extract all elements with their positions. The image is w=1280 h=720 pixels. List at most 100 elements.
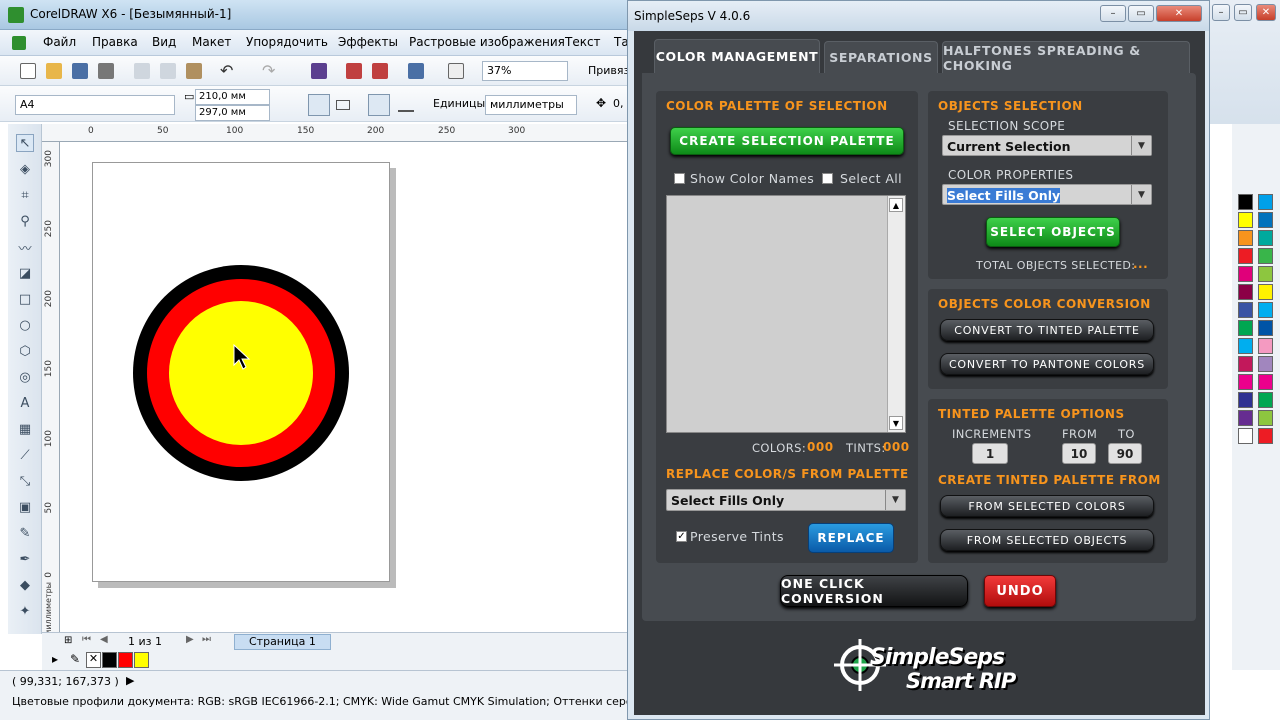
scroll-down-icon[interactable]: ▼ <box>889 416 903 430</box>
palette-swatch[interactable] <box>1258 194 1273 210</box>
undo-button[interactable]: UNDO <box>984 575 1056 607</box>
portrait-button[interactable] <box>308 94 330 116</box>
no-color-swatch[interactable]: ✕ <box>86 652 101 668</box>
to-field[interactable]: 90 <box>1108 443 1142 464</box>
smart-fill-icon[interactable]: ◪ <box>16 264 34 282</box>
dimension-tool-icon[interactable]: ⟋ <box>16 446 34 464</box>
interactive-fill-icon[interactable]: ▣ <box>16 498 34 516</box>
palette-swatch[interactable] <box>1258 284 1273 300</box>
menu-view[interactable]: Вид <box>152 35 176 49</box>
palette-swatch[interactable] <box>1238 392 1253 408</box>
document-icon[interactable] <box>12 36 26 50</box>
interactive-mesh-icon[interactable]: ✦ <box>16 602 34 620</box>
palette-swatch[interactable] <box>1238 338 1253 354</box>
replace-button[interactable]: REPLACE <box>808 523 894 553</box>
redo-icon[interactable]: ↷ <box>262 61 275 80</box>
last-page-icon[interactable]: ⏭ <box>202 634 211 645</box>
palette-swatch[interactable] <box>1238 410 1253 426</box>
snap-label[interactable]: Привяз <box>588 64 629 77</box>
tab-separations[interactable]: SEPARATIONS <box>824 41 938 73</box>
page-height-field[interactable]: 297,0 мм <box>195 105 270 121</box>
palette-swatch[interactable] <box>1258 338 1273 354</box>
palette-swatch[interactable] <box>1258 248 1273 264</box>
open-icon[interactable] <box>46 63 62 79</box>
first-page-icon[interactable]: ⏮ <box>82 634 91 645</box>
menu-effects[interactable]: Эффекты <box>338 35 398 49</box>
menu-layout[interactable]: Макет <box>192 35 231 49</box>
menu-text[interactable]: Текст <box>565 35 601 49</box>
freehand-tool-icon[interactable]: 〰 <box>16 238 34 257</box>
corel-minimize-button[interactable]: – <box>1212 4 1230 21</box>
close-button[interactable]: ✕ <box>1156 5 1202 22</box>
maximize-button[interactable]: ▭ <box>1128 5 1154 22</box>
print-icon[interactable] <box>98 63 114 79</box>
from-field[interactable]: 10 <box>1062 443 1096 464</box>
pick-tool-icon[interactable]: ↖ <box>16 134 34 152</box>
convert-to-tinted-button[interactable]: CONVERT TO TINTED PALETTE <box>940 319 1154 341</box>
palette-swatch[interactable] <box>1258 320 1273 336</box>
from-selected-objects-button[interactable]: FROM SELECTED OBJECTS <box>940 529 1154 551</box>
import-icon[interactable] <box>346 63 362 79</box>
outline-pen-icon[interactable]: ✒ <box>16 550 34 568</box>
minimize-button[interactable]: – <box>1100 5 1126 22</box>
current-page-button[interactable] <box>398 98 414 112</box>
corel-restore-button[interactable]: ▭ <box>1234 4 1252 21</box>
menu-arrange[interactable]: Упорядочить <box>246 35 328 49</box>
fill-tool-icon[interactable]: ◆ <box>16 576 34 594</box>
copy-icon[interactable] <box>160 63 176 79</box>
increments-field[interactable]: 1 <box>972 443 1008 464</box>
save-icon[interactable] <box>72 63 88 79</box>
zoom-tool-icon[interactable]: ⚲ <box>16 212 34 230</box>
export-icon[interactable] <box>372 63 388 79</box>
palette-swatch[interactable] <box>1238 320 1253 336</box>
page-width-field[interactable]: 210,0 мм <box>195 89 270 105</box>
nudge-field[interactable]: 0, <box>613 97 624 110</box>
menu-bitmaps[interactable]: Растровые изображения <box>409 35 565 49</box>
palette-swatch[interactable] <box>1238 212 1253 228</box>
doc-swatch-red[interactable] <box>118 652 133 668</box>
polygon-tool-icon[interactable]: ⬡ <box>16 342 34 360</box>
text-tool-icon[interactable]: A <box>16 394 34 412</box>
color-profiles-text[interactable]: Цветовые профили документа: RGB: sRGB IE… <box>12 695 627 708</box>
palette-swatch[interactable] <box>1258 410 1273 426</box>
palette-swatch[interactable] <box>1258 392 1273 408</box>
palette-swatch[interactable] <box>1238 428 1253 444</box>
eyedropper-icon[interactable]: ✎ <box>16 524 34 542</box>
page-size-select[interactable]: A4 <box>15 95 175 115</box>
preserve-tints-checkbox[interactable]: ✓ <box>676 531 687 542</box>
palette-swatch[interactable] <box>1258 212 1273 228</box>
crop-tool-icon[interactable]: ⌗ <box>16 186 34 204</box>
zoom-level-field[interactable]: 37% <box>482 61 568 81</box>
selection-scope-select[interactable]: Current Selection ▼ <box>942 135 1152 156</box>
ellipse-tool-icon[interactable]: ○ <box>16 316 34 334</box>
palette-swatch[interactable] <box>1258 266 1273 282</box>
cut-icon[interactable] <box>134 63 150 79</box>
target-drawing[interactable] <box>93 163 391 583</box>
table-tool-icon[interactable]: ▦ <box>16 420 34 438</box>
basic-shapes-icon[interactable]: ◎ <box>16 368 34 386</box>
doc-swatch-black[interactable] <box>102 652 117 668</box>
new-icon[interactable] <box>20 63 36 79</box>
all-pages-button[interactable] <box>368 94 390 116</box>
prev-page-icon[interactable]: ◀ <box>100 634 108 645</box>
menu-file[interactable]: Файл <box>43 35 76 49</box>
corel-close-button[interactable]: ✕ <box>1256 4 1276 21</box>
palette-swatch[interactable] <box>1258 230 1273 246</box>
page-tab[interactable]: Страница 1 <box>234 634 331 650</box>
connector-tool-icon[interactable]: ⤡ <box>16 472 34 490</box>
inner-circle[interactable] <box>169 301 313 445</box>
palette-swatch[interactable] <box>1258 428 1273 444</box>
scroll-up-icon[interactable]: ▲ <box>889 198 903 212</box>
tab-color-management[interactable]: COLOR MANAGEMENT <box>654 39 820 73</box>
palette-swatch[interactable] <box>1238 248 1253 264</box>
document-page[interactable] <box>92 162 390 582</box>
palette-swatch[interactable] <box>1238 266 1253 282</box>
palette-swatch[interactable] <box>1238 302 1253 318</box>
palette-swatch[interactable] <box>1238 374 1253 390</box>
one-click-conversion-button[interactable]: ONE CLICK CONVERSION <box>780 575 968 607</box>
select-all-checkbox[interactable] <box>822 173 833 184</box>
play-icon[interactable]: ▸ <box>52 652 58 666</box>
app-launcher-icon[interactable] <box>408 63 424 79</box>
color-properties-select[interactable]: Select Fills Only ▼ <box>942 184 1152 205</box>
search-content-icon[interactable] <box>311 63 327 79</box>
